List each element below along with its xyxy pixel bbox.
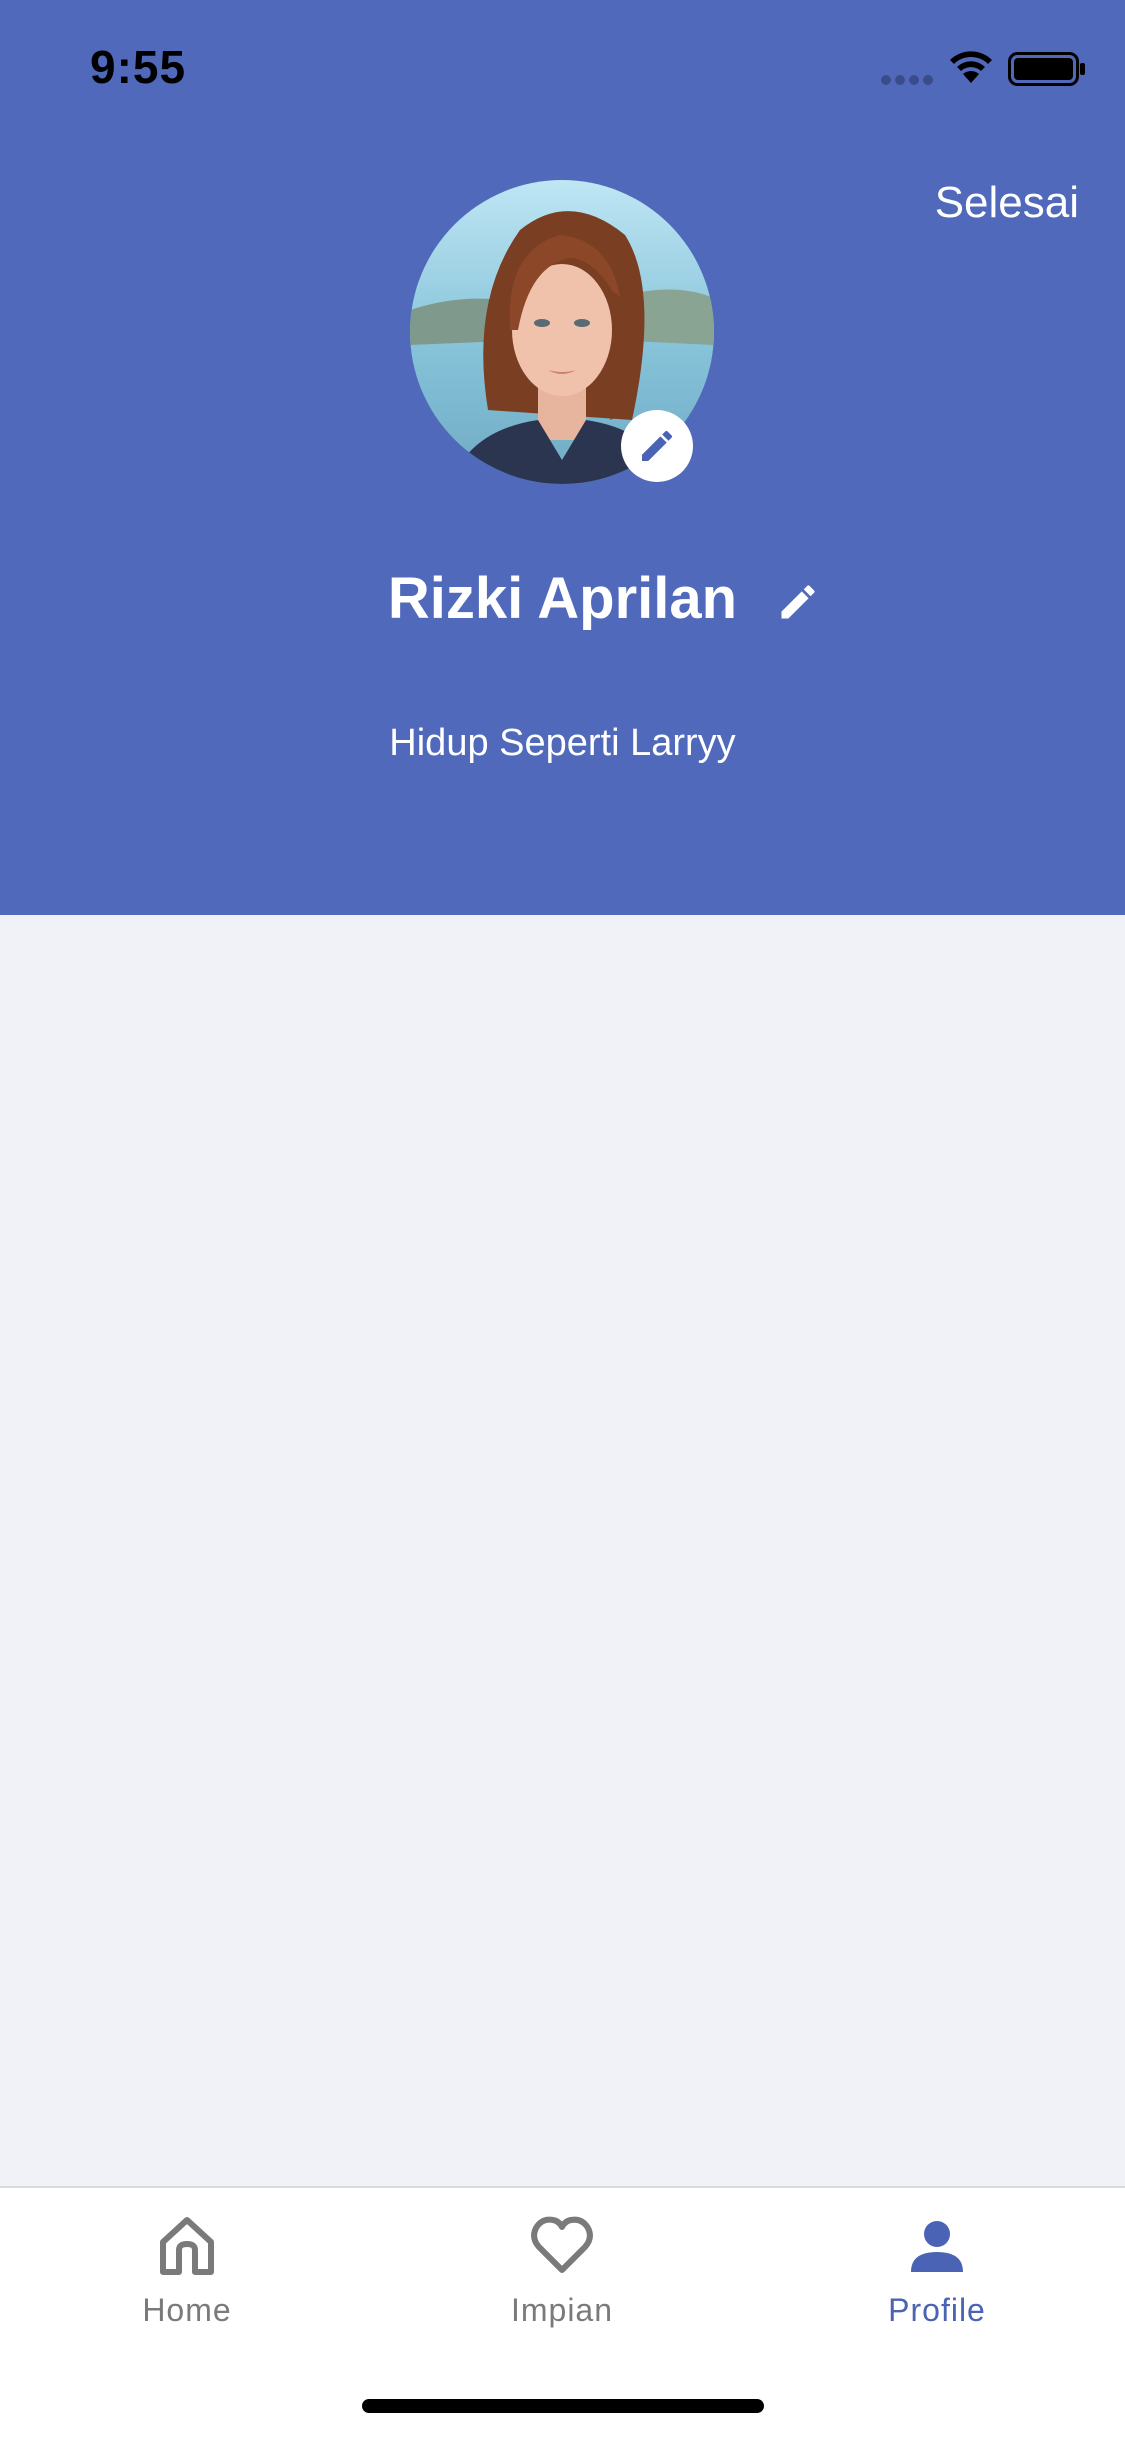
wifi-icon: [950, 51, 992, 83]
status-time: 9:55: [90, 41, 187, 93]
person-icon: [911, 2221, 963, 2272]
tab-home-label: Home: [142, 2292, 232, 2328]
profile-name: Rizki Aprilan: [387, 566, 738, 631]
done-button[interactable]: Selesai: [935, 178, 1079, 228]
tab-profile[interactable]: Profile: [837, 2214, 1037, 2344]
tab-impian-label: Impian: [510, 2292, 614, 2328]
pencil-icon: [642, 430, 673, 461]
tab-impian[interactable]: Impian: [462, 2214, 662, 2344]
tab-bar: Home Impian Profile: [0, 2186, 1125, 2438]
edit-avatar-button[interactable]: [621, 410, 693, 482]
tab-profile-label: Profile: [888, 2292, 986, 2328]
edit-name-pencil-icon[interactable]: [776, 580, 820, 624]
profile-header: 9:55 Selesai Rizki Aprilan Hidup Seperti…: [0, 0, 1125, 915]
heart-icon: [531, 2216, 593, 2273]
home-indicator: [362, 2399, 764, 2413]
battery-icon: [1008, 52, 1085, 86]
cellular-signal-icon: [881, 75, 933, 85]
profile-bio: Hidup Seperti Larryy: [389, 722, 736, 764]
tab-home[interactable]: Home: [87, 2214, 287, 2344]
home-icon: [160, 2217, 214, 2275]
